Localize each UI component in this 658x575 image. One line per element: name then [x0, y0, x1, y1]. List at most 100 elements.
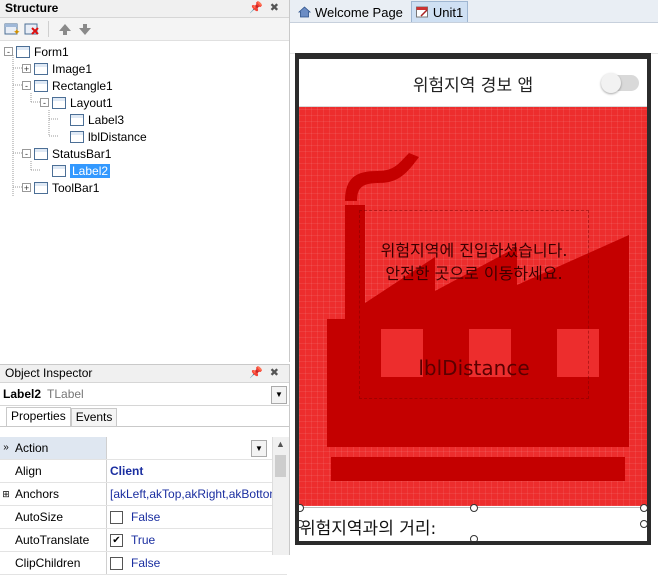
tree-node-label3[interactable]: Label3 — [58, 111, 124, 128]
property-row-autotranslate[interactable]: AutoTranslate ✔ True — [0, 529, 287, 552]
chevron-down-icon[interactable]: ▼ — [251, 440, 267, 457]
tab-events[interactable]: Events — [70, 408, 118, 426]
property-row-clipchildren[interactable]: ClipChildren False — [0, 552, 287, 575]
object-selector[interactable]: Label2 TLabel ▼ — [0, 383, 289, 406]
property-row-action[interactable]: » Action ▼ — [0, 437, 287, 460]
resize-handle[interactable] — [640, 520, 647, 528]
inspector-title-bar: Object Inspector 📌 ✖ — [0, 365, 289, 383]
property-value[interactable]: Client — [107, 460, 287, 482]
object-name: Label2 — [3, 387, 42, 401]
tree-node-label: ToolBar1 — [52, 180, 100, 195]
row-marker — [0, 529, 12, 551]
lbl-distance[interactable]: lblDistance — [360, 356, 588, 380]
property-value-text: Client — [110, 464, 144, 478]
delete-item-icon[interactable] — [24, 21, 40, 37]
tab-unit1[interactable]: Unit1 — [410, 1, 469, 22]
inspector-title: Object Inspector — [5, 366, 93, 380]
expand-icon[interactable]: + — [22, 183, 31, 193]
tab-label: Welcome Page — [315, 4, 403, 20]
label3-warning-message[interactable]: 위험지역에 진입하셨습니다. 안전한 곳으로 이동하세요. — [360, 239, 588, 285]
structure-toolbar: ✦ — [0, 18, 289, 41]
close-icon[interactable]: ✖ — [270, 0, 279, 17]
expand-icon[interactable]: ⊞ — [0, 483, 12, 505]
collapse-icon[interactable]: - — [22, 81, 31, 91]
alert-toggle-switch[interactable] — [601, 73, 639, 93]
property-value-text: False — [131, 510, 161, 524]
property-value[interactable]: ▼ — [107, 437, 287, 459]
add-item-icon[interactable]: ✦ — [4, 21, 20, 37]
property-value[interactable]: False — [107, 552, 287, 574]
form1-canvas[interactable]: 위험지역 경보 앱 위험지역에 진입하셨습니다. 안전한 곳으로 이동하세요. … — [299, 59, 647, 541]
form-designer: Welcome Page Unit1 위험지역 경보 앱 위험지역에 진입하셨습… — [290, 0, 658, 554]
chevron-down-icon[interactable]: ▼ — [271, 386, 287, 404]
pin-icon[interactable]: 📌 — [249, 0, 263, 17]
structure-panel: Structure 📌 ✖ ✦ - Form1 + Image1 - Recta… — [0, 0, 290, 362]
component-icon — [34, 181, 48, 194]
property-value[interactable]: [akLeft,akTop,akRight,akBottom] — [107, 483, 287, 505]
svg-text:✦: ✦ — [13, 27, 20, 36]
form-icon — [16, 45, 30, 58]
row-marker — [0, 506, 12, 528]
warning-line-1: 위험지역에 진입하셨습니다. — [380, 241, 568, 260]
property-value[interactable]: ✔ True — [107, 529, 287, 551]
tab-label: Unit1 — [432, 4, 464, 20]
tab-welcome-page[interactable]: Welcome Page — [294, 2, 407, 22]
expand-icon[interactable]: + — [22, 64, 31, 74]
rectangle1[interactable]: 위험지역에 진입하셨습니다. 안전한 곳으로 이동하세요. lblDistanc… — [299, 107, 647, 506]
layout1[interactable]: 위험지역에 진입하셨습니다. 안전한 곳으로 이동하세요. lblDistanc… — [359, 210, 589, 399]
property-name: AutoTranslate — [12, 529, 107, 551]
inspector-tabs: Properties Events — [0, 406, 289, 427]
component-icon — [52, 96, 66, 109]
warning-line-2: 안전한 곳으로 이동하세요. — [385, 264, 563, 283]
tree-node-label: Form1 — [34, 44, 69, 59]
device-frame: 위험지역 경보 앱 위험지역에 진입하셨습니다. 안전한 곳으로 이동하세요. … — [295, 53, 651, 545]
checkbox-checked[interactable]: ✔ — [110, 533, 123, 547]
scrollbar-thumb[interactable] — [275, 455, 286, 477]
move-up-icon[interactable] — [57, 21, 73, 37]
tree-node-image1[interactable]: + Image1 — [22, 60, 92, 77]
pin-icon[interactable]: 📌 — [249, 365, 263, 382]
property-row-anchors[interactable]: ⊞ Anchors [akLeft,akTop,akRight,akBottom… — [0, 483, 287, 506]
move-down-icon[interactable] — [77, 21, 93, 37]
property-name: Action — [12, 437, 107, 459]
component-icon — [52, 164, 66, 177]
row-marker — [0, 552, 12, 574]
property-name: Align — [12, 460, 107, 482]
checkbox-unchecked[interactable] — [110, 510, 123, 524]
tree-node-lbldistance[interactable]: lblDistance — [58, 128, 147, 145]
row-marker — [0, 460, 12, 482]
resize-handle[interactable] — [640, 504, 647, 512]
statusbar1[interactable]: 위험지역과의 거리: — [299, 504, 647, 541]
close-icon[interactable]: ✖ — [270, 365, 279, 382]
label2-distance-caption[interactable]: 위험지역과의 거리: — [300, 514, 436, 539]
resize-handle[interactable] — [299, 504, 304, 512]
component-icon — [34, 147, 48, 160]
property-grid-scrollbar[interactable]: ▲ — [272, 437, 289, 555]
structure-title: Structure — [5, 1, 59, 15]
resize-handle[interactable] — [470, 504, 478, 512]
collapse-icon[interactable]: - — [4, 47, 13, 57]
tree-node-toolbar1[interactable]: + ToolBar1 — [22, 179, 99, 196]
tree-node-label-selected: Label2 — [70, 163, 111, 178]
scroll-up-icon[interactable]: ▲ — [276, 439, 285, 449]
form-edit-icon — [415, 6, 428, 18]
collapse-icon[interactable]: - — [40, 98, 49, 108]
tree-node-statusbar1[interactable]: - StatusBar1 — [22, 145, 111, 162]
property-row-align[interactable]: Align Client — [0, 460, 287, 483]
checkbox-unchecked[interactable] — [110, 556, 123, 570]
component-icon — [70, 130, 84, 143]
property-value[interactable]: False — [107, 506, 287, 528]
property-row-autosize[interactable]: AutoSize False — [0, 506, 287, 529]
tab-properties[interactable]: Properties — [6, 407, 71, 426]
tree-node-layout1[interactable]: - Layout1 — [40, 94, 113, 111]
toggle-knob[interactable] — [601, 73, 621, 93]
collapse-icon[interactable]: - — [22, 149, 31, 159]
tree-node-label: Rectangle1 — [52, 78, 113, 93]
tree-node-rectangle1[interactable]: - Rectangle1 — [22, 77, 113, 94]
tree-node-form1[interactable]: - Form1 — [4, 43, 69, 60]
property-value-text: [akLeft,akTop,akRight,akBottom] — [110, 487, 283, 501]
resize-handle[interactable] — [470, 535, 478, 541]
tree-node-label2[interactable]: Label2 — [40, 162, 111, 179]
object-type: TLabel — [47, 387, 84, 401]
toolbar1[interactable]: 위험지역 경보 앱 — [299, 59, 647, 107]
